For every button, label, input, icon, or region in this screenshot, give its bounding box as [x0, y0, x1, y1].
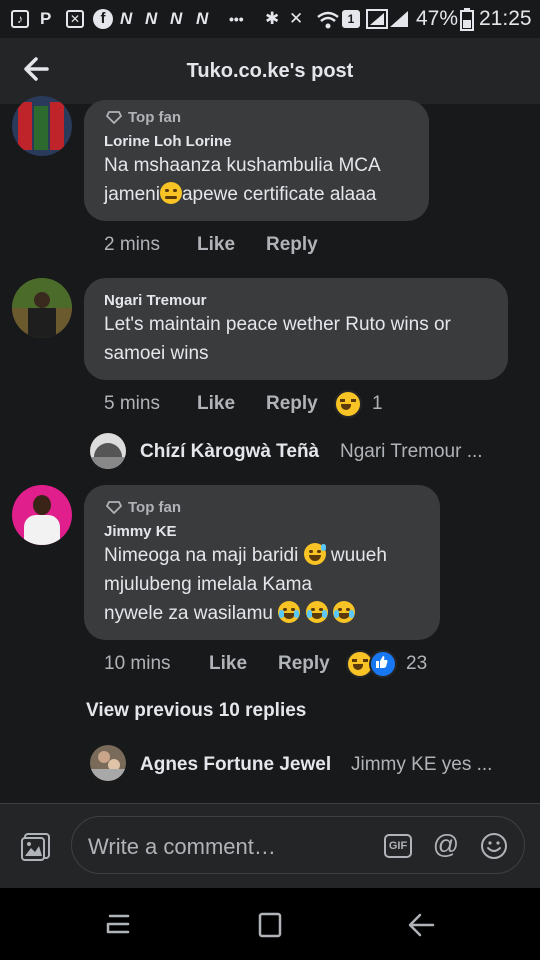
mention-icon[interactable]: @ — [432, 830, 460, 858]
comment-text-line: Na mshaanza kushambulia MCA — [104, 155, 381, 176]
top-fan-badge: Top fan — [128, 109, 182, 126]
sim-icon: 1 — [342, 10, 360, 28]
comment-text-line: apewe certificate alaaa — [181, 184, 377, 205]
comment-text-line: nywele za wasilamu — [104, 603, 273, 624]
like-reaction-icon[interactable] — [369, 650, 397, 678]
emoji-icon[interactable] — [480, 832, 508, 860]
comment-text: Let's maintain peace wether Ruto wins or… — [104, 310, 451, 368]
comment-time: 2 mins — [104, 234, 160, 255]
wifi-icon — [317, 11, 339, 29]
comment-text-line: Let's maintain peace wether Ruto wins or — [104, 314, 451, 335]
avatar[interactable] — [12, 278, 72, 338]
grinning-sweat-emoji-icon — [303, 543, 326, 565]
reply-preview-text[interactable]: Ngari Tremour ... — [340, 441, 483, 463]
laughing-reaction-icon[interactable] — [334, 390, 362, 418]
gif-icon[interactable]: GIF — [384, 834, 412, 858]
n-icon: N — [196, 9, 209, 28]
status-bar: ♪ P ✕ f N N N N ••• ✱ ✕ 1 47% 21:25 — [0, 0, 540, 38]
tiktok-icon: ♪ — [11, 10, 29, 28]
reply-button[interactable]: Reply — [266, 234, 318, 256]
like-button[interactable]: Like — [197, 393, 235, 415]
comment-text-line: samoei wins — [104, 343, 209, 364]
avatar[interactable] — [12, 96, 72, 156]
comment-author[interactable]: Jimmy KE — [104, 523, 177, 540]
bluetooth-icon: ✱ — [265, 9, 280, 28]
like-button[interactable]: Like — [197, 234, 235, 256]
like-button[interactable]: Like — [209, 653, 247, 675]
tears-of-joy-emoji-icon — [278, 601, 301, 623]
comment-text: Na mshaanza kushambulia MCA jameni apewe … — [104, 151, 381, 209]
reply-button[interactable]: Reply — [266, 393, 318, 415]
home-icon[interactable] — [256, 910, 284, 940]
image-icon: ✕ — [66, 10, 84, 28]
comment-author[interactable]: Ngari Tremour — [104, 292, 207, 309]
n-icon: N — [170, 9, 183, 28]
diamond-icon — [106, 501, 122, 514]
comment-text-line: wuueh — [330, 545, 387, 566]
signal-icon — [366, 9, 408, 29]
comment-author[interactable]: Lorine Loh Lorine — [104, 133, 232, 150]
more-icon: ••• — [229, 11, 244, 27]
reply-button[interactable]: Reply — [278, 653, 330, 675]
top-fan-badge: Top fan — [128, 499, 182, 516]
diamond-icon — [106, 111, 122, 124]
comment-text-line: jameni — [104, 184, 160, 205]
view-previous-replies-link[interactable]: View previous 10 replies — [86, 700, 306, 722]
mute-icon: ✕ — [289, 9, 304, 28]
p-icon: P — [40, 9, 52, 28]
avatar[interactable] — [90, 745, 126, 781]
n-icon: N — [120, 9, 133, 28]
comment-text-line: mjulubeng imelala Kama — [104, 574, 313, 595]
avatar[interactable] — [90, 433, 126, 469]
recents-icon[interactable] — [104, 910, 132, 940]
battery-percent: 47% — [416, 7, 459, 30]
tears-of-joy-emoji-icon — [305, 601, 328, 623]
reaction-count[interactable]: 1 — [372, 393, 383, 415]
comment-text-line: Nimeoga na maji baridi — [104, 545, 299, 566]
photo-icon[interactable] — [20, 832, 52, 862]
battery-icon — [460, 8, 474, 31]
reply-preview-text[interactable]: Jimmy KE yes ... — [351, 754, 492, 776]
reply-author[interactable]: Agnes Fortune Jewel — [140, 754, 331, 776]
tears-of-joy-emoji-icon — [332, 601, 355, 623]
reaction-count[interactable]: 23 — [406, 653, 427, 675]
comment-time: 10 mins — [104, 653, 171, 674]
avatar[interactable] — [12, 485, 72, 545]
facebook-icon: f — [93, 9, 113, 29]
clock: 21:25 — [479, 7, 532, 30]
reply-author[interactable]: Chízí Kàrogwà Teñà — [140, 441, 319, 463]
comment-text: Nimeoga na maji baridi wuueh mjulubeng i… — [104, 541, 387, 628]
comment-input-placeholder[interactable]: Write a comment… — [88, 834, 276, 860]
back-icon[interactable] — [406, 910, 436, 940]
page-title: Tuko.co.ke's post — [186, 60, 354, 82]
n-icon: N — [145, 9, 158, 28]
smirk-emoji-icon — [159, 182, 182, 204]
comment-time: 5 mins — [104, 393, 160, 414]
